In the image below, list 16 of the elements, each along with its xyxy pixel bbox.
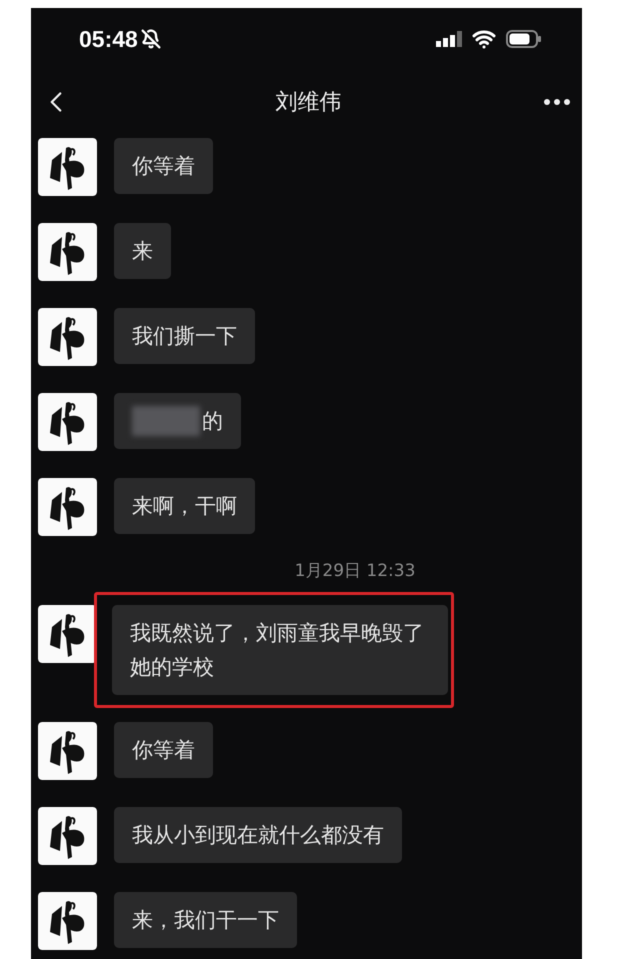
chat-title: 刘维伟 (274, 89, 342, 117)
more-button[interactable] (544, 99, 570, 105)
more-icon (544, 99, 570, 105)
message-bubble: 来 (114, 223, 171, 279)
signal-icon (436, 31, 462, 47)
message-bubble: 我们撕一下 (114, 308, 255, 364)
message-bubble: 你等着 (114, 138, 213, 194)
message-bubble: 来啊，干啊 (114, 478, 255, 534)
message-bubble: 的 (114, 393, 241, 449)
message-bubble: 我从小到现在就什么都没有 (114, 807, 402, 863)
message-bubble: 来，我们干一下 (114, 892, 297, 948)
message-bubble: 你等着 (114, 722, 213, 778)
message-bubble: 我既然说了，刘雨童我早晚毁了她的学校 (112, 605, 448, 695)
timestamp: 1月29日 12:33 (294, 560, 416, 582)
battery-icon (506, 30, 542, 48)
status-time: 05:48 (79, 26, 138, 52)
